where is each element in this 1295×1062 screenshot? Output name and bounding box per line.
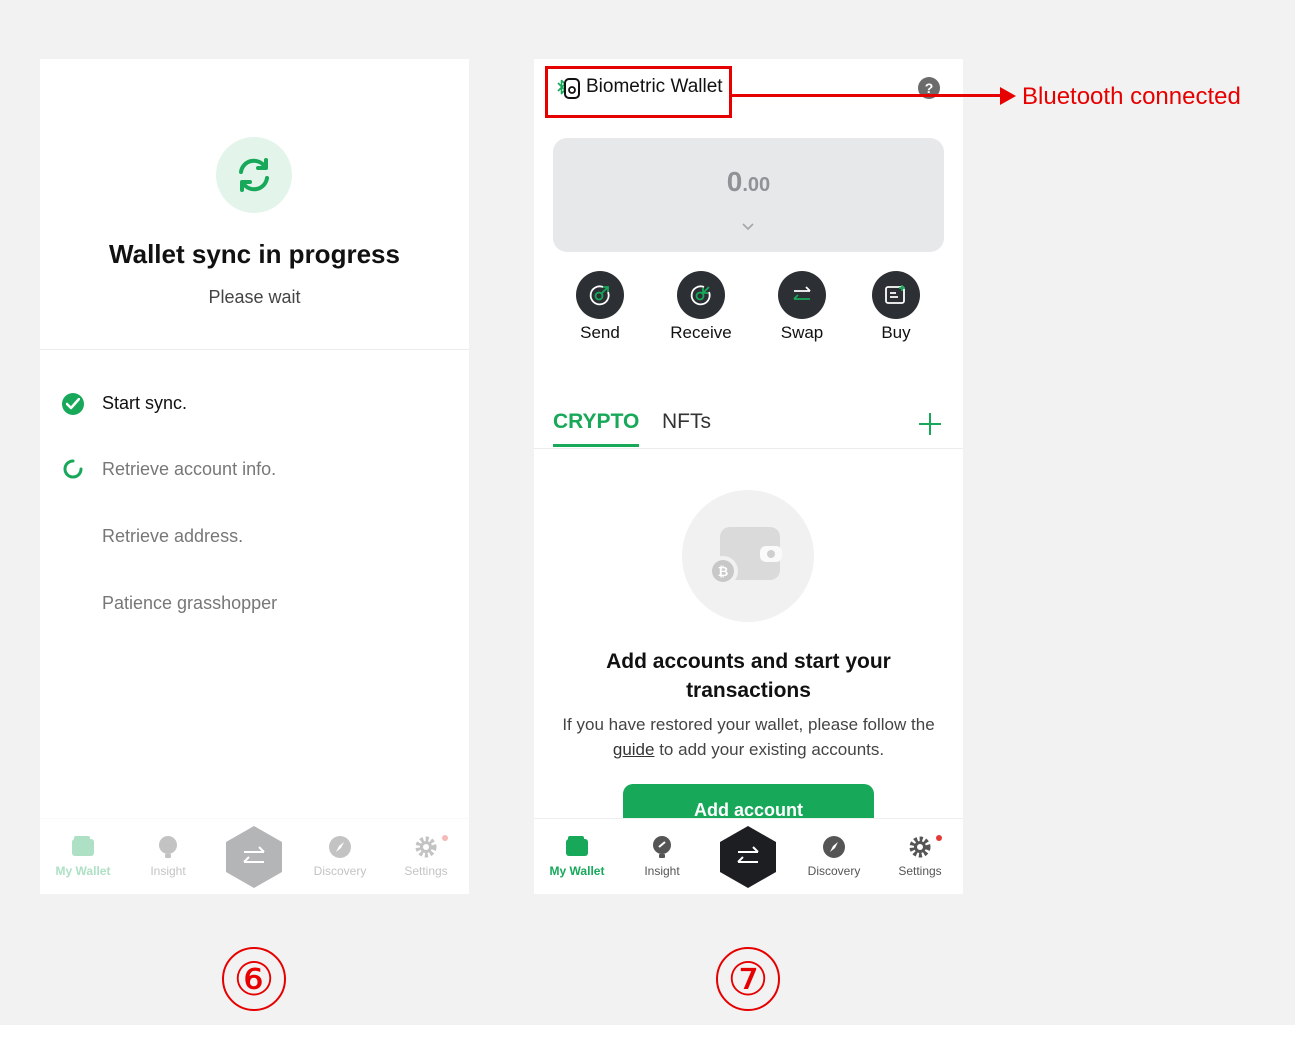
insight-icon	[159, 836, 177, 858]
compass-icon	[823, 836, 845, 858]
action-label: Buy	[881, 323, 911, 342]
tab-crypto[interactable]: CRYPTO	[553, 410, 639, 434]
insight-icon	[653, 836, 671, 858]
wallet-bitcoin-icon: ₿	[708, 527, 782, 586]
swap-hex-button[interactable]	[718, 825, 778, 889]
wallet-icon	[566, 836, 588, 856]
step-marker-6: ⑥	[222, 947, 286, 1011]
action-label: Receive	[670, 323, 732, 342]
desc-text: If you have restored your wallet, please…	[562, 715, 935, 734]
tab-label: Discovery	[313, 864, 367, 878]
buy-icon	[872, 271, 920, 319]
divider	[40, 349, 469, 350]
add-button-clip: Add account	[534, 784, 963, 818]
tab-label: Insight	[150, 864, 186, 878]
annotation-label: Bluetooth connected	[1022, 83, 1241, 110]
sync-screen: Wallet sync in progress Please wait Star…	[40, 59, 469, 894]
tab-label: Discovery	[807, 864, 861, 878]
step-marker-7: ⑦	[716, 947, 780, 1011]
tab-label: Settings	[404, 864, 448, 878]
step-start-sync: Start sync.	[102, 393, 188, 413]
add-account-button[interactable]: Add account	[623, 784, 874, 818]
tab-label: My Wallet	[55, 864, 111, 878]
action-label: Send	[580, 323, 620, 342]
swap-icon	[778, 271, 826, 319]
sync-subtitle: Please wait	[208, 287, 301, 307]
receive-icon	[677, 271, 725, 319]
tab-discovery[interactable]: Discovery	[792, 819, 876, 894]
highlight-box	[545, 66, 732, 118]
sync-icon	[216, 137, 292, 213]
tab-label: Insight	[644, 864, 680, 878]
empty-title: Add accounts and start your transactions	[606, 650, 891, 702]
send-icon	[576, 271, 624, 319]
tab-my-wallet[interactable]: My Wallet	[41, 819, 125, 894]
empty-wallet-illustration: ₿	[682, 490, 814, 622]
tab-settings[interactable]: Settings	[878, 819, 962, 894]
bottom-tab-bar: My Wallet Insight Discovery Settings	[40, 818, 469, 894]
tab-label: Settings	[898, 864, 942, 878]
tab-label: My Wallet	[549, 864, 605, 878]
tab-settings[interactable]: Settings	[384, 819, 468, 894]
step-retrieve-address: Retrieve address.	[102, 526, 244, 546]
step-retrieve-account: Retrieve account info.	[102, 459, 277, 479]
plus-icon[interactable]	[918, 412, 942, 436]
bottom-tab-bar: My Wallet Insight Discovery Settings	[534, 818, 963, 894]
tab-discovery[interactable]: Discovery	[298, 819, 382, 894]
compass-icon	[329, 836, 351, 858]
swap-hex-button[interactable]	[224, 825, 284, 889]
gear-icon	[909, 836, 931, 858]
balance-integer: 0	[726, 166, 743, 197]
notification-dot	[442, 835, 448, 841]
tab-nfts[interactable]: NFTs	[662, 410, 711, 434]
guide-link[interactable]: guide	[613, 740, 655, 759]
balance-decimal: .00	[742, 174, 771, 196]
notification-dot	[936, 835, 942, 841]
check-icon	[62, 393, 84, 415]
annotation-arrowhead	[1000, 87, 1016, 105]
chevron-down-icon[interactable]	[741, 222, 755, 232]
spinner-icon	[62, 458, 84, 480]
action-label: Swap	[780, 323, 824, 342]
balance-value: 0.00	[553, 166, 944, 198]
active-tab-indicator	[553, 444, 639, 447]
balance-card[interactable]: 0.00	[553, 138, 944, 252]
empty-description: If you have restored your wallet, please…	[554, 712, 943, 762]
annotation-arrow-line	[732, 94, 1004, 97]
tab-insight[interactable]: Insight	[620, 819, 704, 894]
tab-my-wallet[interactable]: My Wallet	[535, 819, 619, 894]
sync-title: Wallet sync in progress	[109, 239, 400, 269]
step-patience: Patience grasshopper	[102, 593, 278, 613]
desc-text: to add your existing accounts.	[654, 740, 885, 759]
wallet-icon	[72, 836, 94, 856]
svg-text:₿: ₿	[718, 564, 729, 579]
gear-icon	[415, 836, 437, 858]
wallet-screen: Biometric Wallet ? 0.00 Send Receive Swa…	[534, 59, 963, 894]
asset-tabs: CRYPTO NFTs	[534, 404, 963, 449]
tab-insight[interactable]: Insight	[126, 819, 210, 894]
